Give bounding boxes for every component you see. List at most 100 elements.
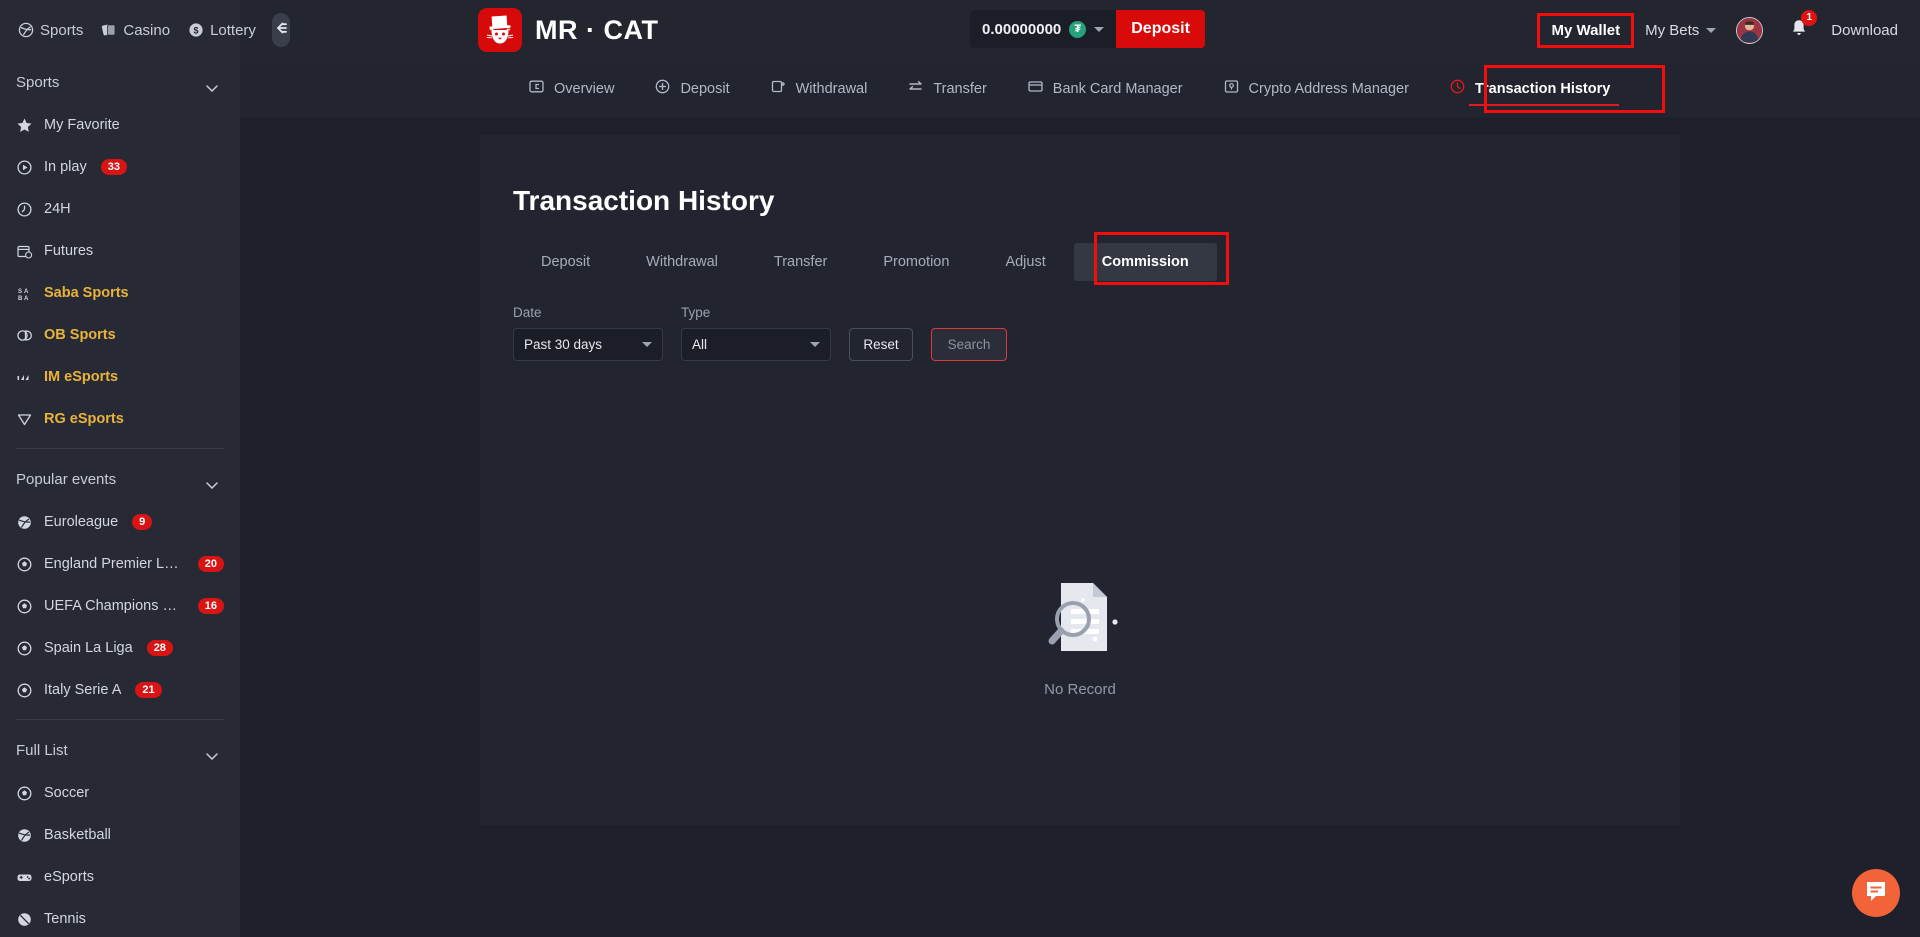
header-left-nav: Sports Casino $ Lottery <box>0 0 290 60</box>
subnav-label: Withdrawal <box>795 80 868 97</box>
im-esports-icon <box>16 369 33 386</box>
soccer-icon <box>16 556 33 573</box>
type-select-value: All <box>692 337 708 352</box>
active-tab-underline <box>1468 104 1620 106</box>
sidebar-item-label: Tennis <box>44 911 86 927</box>
basketball-icon <box>16 514 33 531</box>
sidebar-item-label: Euroleague <box>44 514 119 530</box>
avatar[interactable] <box>1736 16 1764 44</box>
saba-icon: SABA <box>16 285 33 302</box>
reset-button[interactable]: Reset <box>849 328 913 361</box>
sidebar-item-label: OB Sports <box>44 327 116 343</box>
tab-transfer[interactable]: Transfer <box>746 243 855 281</box>
subnav-item-transfer[interactable]: Transfer <box>887 70 1006 107</box>
subnav-item-bank-card-manager[interactable]: Bank Card Manager <box>1007 70 1203 107</box>
rg-esports-icon <box>16 411 33 428</box>
type-filter-field: Type All <box>681 305 831 361</box>
type-filter-label: Type <box>681 305 711 320</box>
nav-lottery-label: Lottery <box>210 21 256 39</box>
sidebar-item-italy-serie-a[interactable]: Italy Serie A 21 <box>0 669 240 711</box>
left-sidebar: Sports My Favorite In play 33 24H Future… <box>0 60 240 937</box>
usdt-currency-icon: ₮ <box>1069 20 1087 38</box>
notifications-button[interactable]: 1 <box>1789 9 1818 43</box>
download-link[interactable]: Download <box>1831 22 1898 39</box>
sidebar-item-label: IM eSports <box>44 369 119 385</box>
sidebar-section-popular-events[interactable]: Popular events <box>0 457 240 501</box>
sidebar-item-label: eSports <box>44 869 94 885</box>
tab-deposit[interactable]: Deposit <box>513 243 618 281</box>
sidebar-item-uefa-champions-league[interactable]: UEFA Champions Lea... 16 <box>0 585 240 627</box>
sidebar-item-label: Basketball <box>44 827 111 843</box>
sidebar-item-badge: 21 <box>135 681 162 699</box>
search-button[interactable]: Search <box>931 328 1007 361</box>
clock-history-icon <box>1449 78 1466 99</box>
sidebar-item-badge: 33 <box>100 158 127 176</box>
sidebar-item-euroleague[interactable]: Euroleague 9 <box>0 501 240 543</box>
sidebar-item-england-premier-league[interactable]: England Premier Lea... 20 <box>0 543 240 585</box>
my-wallet-button[interactable]: My Wallet <box>1537 12 1635 48</box>
sidebar-item-tennis[interactable]: Tennis <box>0 898 240 937</box>
empty-state-text: No Record <box>1044 681 1116 698</box>
sidebar-item-im-esports[interactable]: IM eSports <box>0 356 240 398</box>
nav-lottery[interactable]: $ Lottery <box>180 16 264 45</box>
type-select[interactable]: All <box>681 328 831 361</box>
subnav-item-transaction-history[interactable]: Transaction History <box>1429 70 1630 107</box>
sidebar-section-full-list[interactable]: Full List <box>0 728 240 772</box>
clock-24h-icon <box>16 201 33 218</box>
soccer-icon <box>16 682 33 699</box>
sidebar-collapse-button[interactable] <box>271 13 290 47</box>
sidebar-item-label: My Favorite <box>44 117 120 133</box>
sidebar-item-ob-sports[interactable]: OB Sports <box>0 314 240 356</box>
sidebar-item-basketball[interactable]: Basketball <box>0 814 240 856</box>
esports-icon <box>16 869 33 886</box>
no-record-document-search-icon <box>1035 575 1125 665</box>
sidebar-item-my-favorite[interactable]: My Favorite <box>0 104 240 146</box>
balance-deposit-group: 0.00000000 ₮ Deposit <box>970 10 1205 48</box>
subnav-item-deposit[interactable]: Deposit <box>634 70 749 107</box>
date-select[interactable]: Past 30 days <box>513 328 663 361</box>
nav-casino[interactable]: Casino <box>93 16 178 45</box>
sidebar-item-in-play[interactable]: In play 33 <box>0 146 240 188</box>
sidebar-section-sports[interactable]: Sports <box>0 60 240 104</box>
sidebar-divider <box>16 719 224 720</box>
sidebar-item-esports[interactable]: eSports <box>0 856 240 898</box>
subnav-label: Transaction History <box>1474 80 1611 97</box>
sidebar-item-futures[interactable]: Futures <box>0 230 240 272</box>
brand-logo-group[interactable]: MR · CAT <box>478 8 658 52</box>
subnav-label: Transfer <box>933 80 987 97</box>
svg-text:A: A <box>24 296 29 302</box>
tab-promotion[interactable]: Promotion <box>855 243 977 281</box>
balance-selector[interactable]: 0.00000000 ₮ <box>970 10 1117 48</box>
tab-withdrawal[interactable]: Withdrawal <box>618 243 746 281</box>
withdrawal-icon <box>770 78 787 99</box>
sidebar-item-saba-sports[interactable]: SABA Saba Sports <box>0 272 240 314</box>
sidebar-item-rg-esports[interactable]: RG eSports <box>0 398 240 440</box>
sidebar-item-label: Soccer <box>44 785 90 801</box>
tab-adjust[interactable]: Adjust <box>977 243 1073 281</box>
sidebar-item-24h[interactable]: 24H <box>0 188 240 230</box>
header-deposit-button[interactable]: Deposit <box>1116 10 1205 48</box>
mr-cat-logo-mark <box>478 8 522 52</box>
deposit-icon <box>654 78 671 99</box>
subnav-item-withdrawal[interactable]: Withdrawal <box>750 70 888 107</box>
sidebar-divider <box>16 448 224 449</box>
subnav-label: Bank Card Manager <box>1052 80 1183 97</box>
chevron-down-icon <box>1094 26 1105 32</box>
tab-commission[interactable]: Commission <box>1073 243 1217 281</box>
chevron-down-icon <box>810 342 820 347</box>
subnav-label: Crypto Address Manager <box>1248 80 1409 97</box>
subnav-item-overview[interactable]: Overview <box>508 70 634 107</box>
date-filter-label: Date <box>513 305 542 320</box>
chevron-down-icon <box>1706 27 1717 33</box>
sidebar-item-spain-la-liga[interactable]: Spain La Liga 28 <box>0 627 240 669</box>
balance-amount: 0.00000000 <box>982 20 1062 38</box>
nav-sports[interactable]: Sports <box>10 16 91 45</box>
svg-text:A: A <box>24 289 29 295</box>
svg-text:$: $ <box>194 25 199 35</box>
live-chat-button[interactable] <box>1852 869 1900 917</box>
sidebar-item-soccer[interactable]: Soccer <box>0 772 240 814</box>
header-right-nav: My Wallet My Bets 1 Download <box>1537 0 1898 60</box>
subnav-item-crypto-address-manager[interactable]: Crypto Address Manager <box>1203 70 1429 107</box>
date-filter-field: Date Past 30 days <box>513 305 663 361</box>
my-bets-menu[interactable]: My Bets <box>1631 16 1720 45</box>
